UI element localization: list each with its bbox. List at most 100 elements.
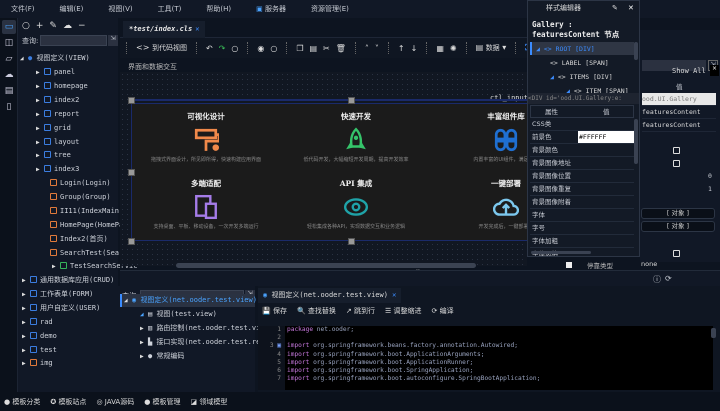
search-input[interactable] <box>40 35 107 46</box>
compile-button[interactable]: ⟳ 编译 <box>432 306 454 316</box>
style-property-row[interactable]: 背景图像重复 <box>530 183 634 196</box>
tree-view[interactable]: Group(Group) <box>42 191 111 204</box>
goto-line-button[interactable]: ↗ 跳到行 <box>346 306 375 316</box>
tree-group[interactable]: ▶ demo <box>22 330 57 343</box>
edit-icon[interactable]: ✎ <box>49 21 57 31</box>
code-area[interactable]: package net.ooder; import org.springframe… <box>285 326 713 390</box>
copy-icon[interactable]: ❐ <box>296 44 303 53</box>
menu-resources[interactable]: 资源管理(E) <box>311 4 349 14</box>
tree-folder[interactable]: ▶ homepage <box>36 80 88 93</box>
search-button[interactable]: ⇲ <box>108 35 118 46</box>
arrow-up-icon[interactable]: ↑ <box>398 44 405 53</box>
style-property-row[interactable]: 背景图像附着 <box>530 196 634 209</box>
value-class[interactable]: ood.UI.Gallery <box>642 93 716 106</box>
value-name[interactable]: featuresContent <box>642 119 716 132</box>
close-icon[interactable]: ✕ <box>392 291 396 299</box>
status-domain-model[interactable]: ◪ 领域模型 <box>191 397 228 407</box>
tree-folder[interactable]: ▶ report <box>36 108 79 121</box>
style-property-row[interactable]: 背景图像位置 <box>530 170 634 183</box>
preview-icon[interactable]: ◉ <box>257 44 264 53</box>
tree-item[interactable]: ▶ ▥ 路由控制(net.ooder.test.view <box>140 322 269 335</box>
node-items[interactable]: ◢ <> ITEMS [DIV] <box>550 73 613 81</box>
tree-item[interactable]: ▶ ● 常规编码 <box>140 350 184 363</box>
foreground-color-input[interactable]: #FFFFFF <box>578 131 634 143</box>
style-property-row[interactable]: CSS类 <box>530 118 634 131</box>
tree-group[interactable]: ▶ test <box>22 344 57 357</box>
scrollbar[interactable] <box>711 328 716 338</box>
refresh-icon[interactable]: ⟳ <box>665 274 672 283</box>
tree-group[interactable]: ▶ 用户自定义(USER) <box>22 302 100 315</box>
resize-handle[interactable] <box>128 238 135 245</box>
tree-folder[interactable]: ▶ tree <box>36 149 71 162</box>
menu-edit[interactable]: 编辑(E) <box>60 4 84 14</box>
status-template-site[interactable]: ✪ 模板站点 <box>50 397 86 407</box>
tree-folder[interactable]: ▶ index2 <box>36 94 79 107</box>
tree-folder[interactable]: ▶ layout <box>36 136 79 149</box>
grid-icon[interactable]: ▦ <box>436 44 444 53</box>
status-template-category[interactable]: ● 模板分类 <box>4 397 40 407</box>
object-button[interactable]: [ 对象 ] <box>641 221 715 232</box>
feature-card[interactable]: 多端适配 支持桌面、平板、移动设备，一次开发多端运行 <box>132 173 280 240</box>
scrollbar[interactable] <box>634 119 638 164</box>
page-icon[interactable]: ▱ <box>2 52 16 66</box>
close-icon[interactable]: ✕ <box>628 1 634 16</box>
circle-icon[interactable]: ○ <box>22 21 30 31</box>
tree-root[interactable]: ◢ ● 视图定义(VIEW) <box>20 52 90 65</box>
checkbox[interactable] <box>673 147 680 154</box>
menu-tools[interactable]: 工具(T) <box>158 4 182 14</box>
resize-handle[interactable] <box>128 97 135 104</box>
undo-icon[interactable]: ↶ <box>206 44 213 53</box>
style-property-row[interactable]: 字号 <box>530 222 634 235</box>
node-label[interactable]: <> LABEL [SPAN] <box>550 59 609 67</box>
checkbox[interactable] <box>566 262 572 268</box>
indent-button[interactable]: ☰ 调整缩进 <box>385 306 422 316</box>
cloud-icon[interactable]: ☁ <box>2 68 16 82</box>
menu-view[interactable]: 视图(V) <box>108 4 132 14</box>
object-button[interactable]: [ 对象 ] <box>641 208 715 219</box>
feature-card[interactable]: 快速开发 低代码开发，大幅缩短开发周期，提高开发效率 <box>282 106 430 174</box>
menu-help[interactable]: 帮助(H) <box>206 4 231 14</box>
to-code-view-button[interactable]: <> 到代码视图 <box>136 43 187 53</box>
style-property-row[interactable]: 字体 <box>530 209 634 222</box>
save-button[interactable]: 💾 保存 <box>262 306 287 316</box>
tree-folder[interactable]: ▶ grid <box>36 122 71 135</box>
tree-view[interactable]: Index2(首页) <box>42 233 108 246</box>
close-icon[interactable]: ✕ <box>195 25 199 33</box>
remove-icon[interactable]: − <box>78 21 86 31</box>
node-root[interactable]: ◢ <> ROOT [DIV] <box>536 45 595 53</box>
feature-card[interactable]: 丰富组件库 内置丰富的UI组件，满足各种 <box>432 106 527 174</box>
scrollbar[interactable] <box>634 42 638 60</box>
menu-server[interactable]: ▣ 服务器 <box>256 4 286 14</box>
status-template-manage[interactable]: ● 模板管理 <box>144 397 180 407</box>
folder-icon[interactable]: ▭ <box>2 20 16 34</box>
tree-folder[interactable]: ▶ panel <box>36 66 75 79</box>
tree-group[interactable]: ▶ rad <box>22 316 53 329</box>
status-java-source[interactable]: ◎ JAVA源码 <box>96 397 134 407</box>
paste-icon[interactable]: ▤ <box>309 44 317 53</box>
tree-folder[interactable]: ▶ index3 <box>36 163 79 176</box>
feature-card[interactable]: 可视化设计 拖拽式界面设计，所见即所得，快速构建应用界面 <box>132 106 280 174</box>
gallery-component[interactable]: 可视化设计 拖拽式界面设计，所见即所得，快速构建应用界面 快速开发 低代码开发，… <box>131 103 528 241</box>
style-property-row[interactable]: 字体加粗 <box>530 235 634 248</box>
horizontal-scrollbar[interactable] <box>176 263 476 268</box>
edit-icon[interactable]: ✎ <box>612 1 618 16</box>
chevron-down-icon[interactable]: ˅ <box>375 44 379 53</box>
tree-item[interactable]: ◢ ◉ 视图定义(net.ooder.test.view) <box>124 294 257 307</box>
tree-group[interactable]: ▶ img <box>22 357 53 370</box>
circle-icon[interactable]: ○ <box>270 44 277 53</box>
cut-icon[interactable]: ✂ <box>323 44 330 53</box>
mobile-icon[interactable]: ▯ <box>2 100 16 114</box>
chevron-up-icon[interactable]: ˄ <box>365 44 369 53</box>
close-icon[interactable]: × <box>710 65 719 76</box>
add-icon[interactable]: + <box>36 21 44 31</box>
tree-item[interactable]: ◢ ▤ 视图(test.view) <box>140 308 217 321</box>
scrollbar[interactable] <box>531 251 591 254</box>
tree-item[interactable]: ▶ ▙ 接口实现(net.ooder.test.repo <box>140 336 269 349</box>
menu-file[interactable]: 文件(F) <box>11 4 35 14</box>
tab-index-cls[interactable]: *test/index.cls ✕ <box>123 21 206 38</box>
bus-icon[interactable]: ▤ <box>2 84 16 98</box>
columns-icon[interactable]: ◫ <box>2 36 16 50</box>
value-alias[interactable]: featuresContent <box>642 106 716 119</box>
feature-card[interactable]: API 集成 轻松集成各种API，实现数据交互和业务逻辑 <box>282 173 430 240</box>
float-type-value[interactable]: none <box>641 260 657 268</box>
